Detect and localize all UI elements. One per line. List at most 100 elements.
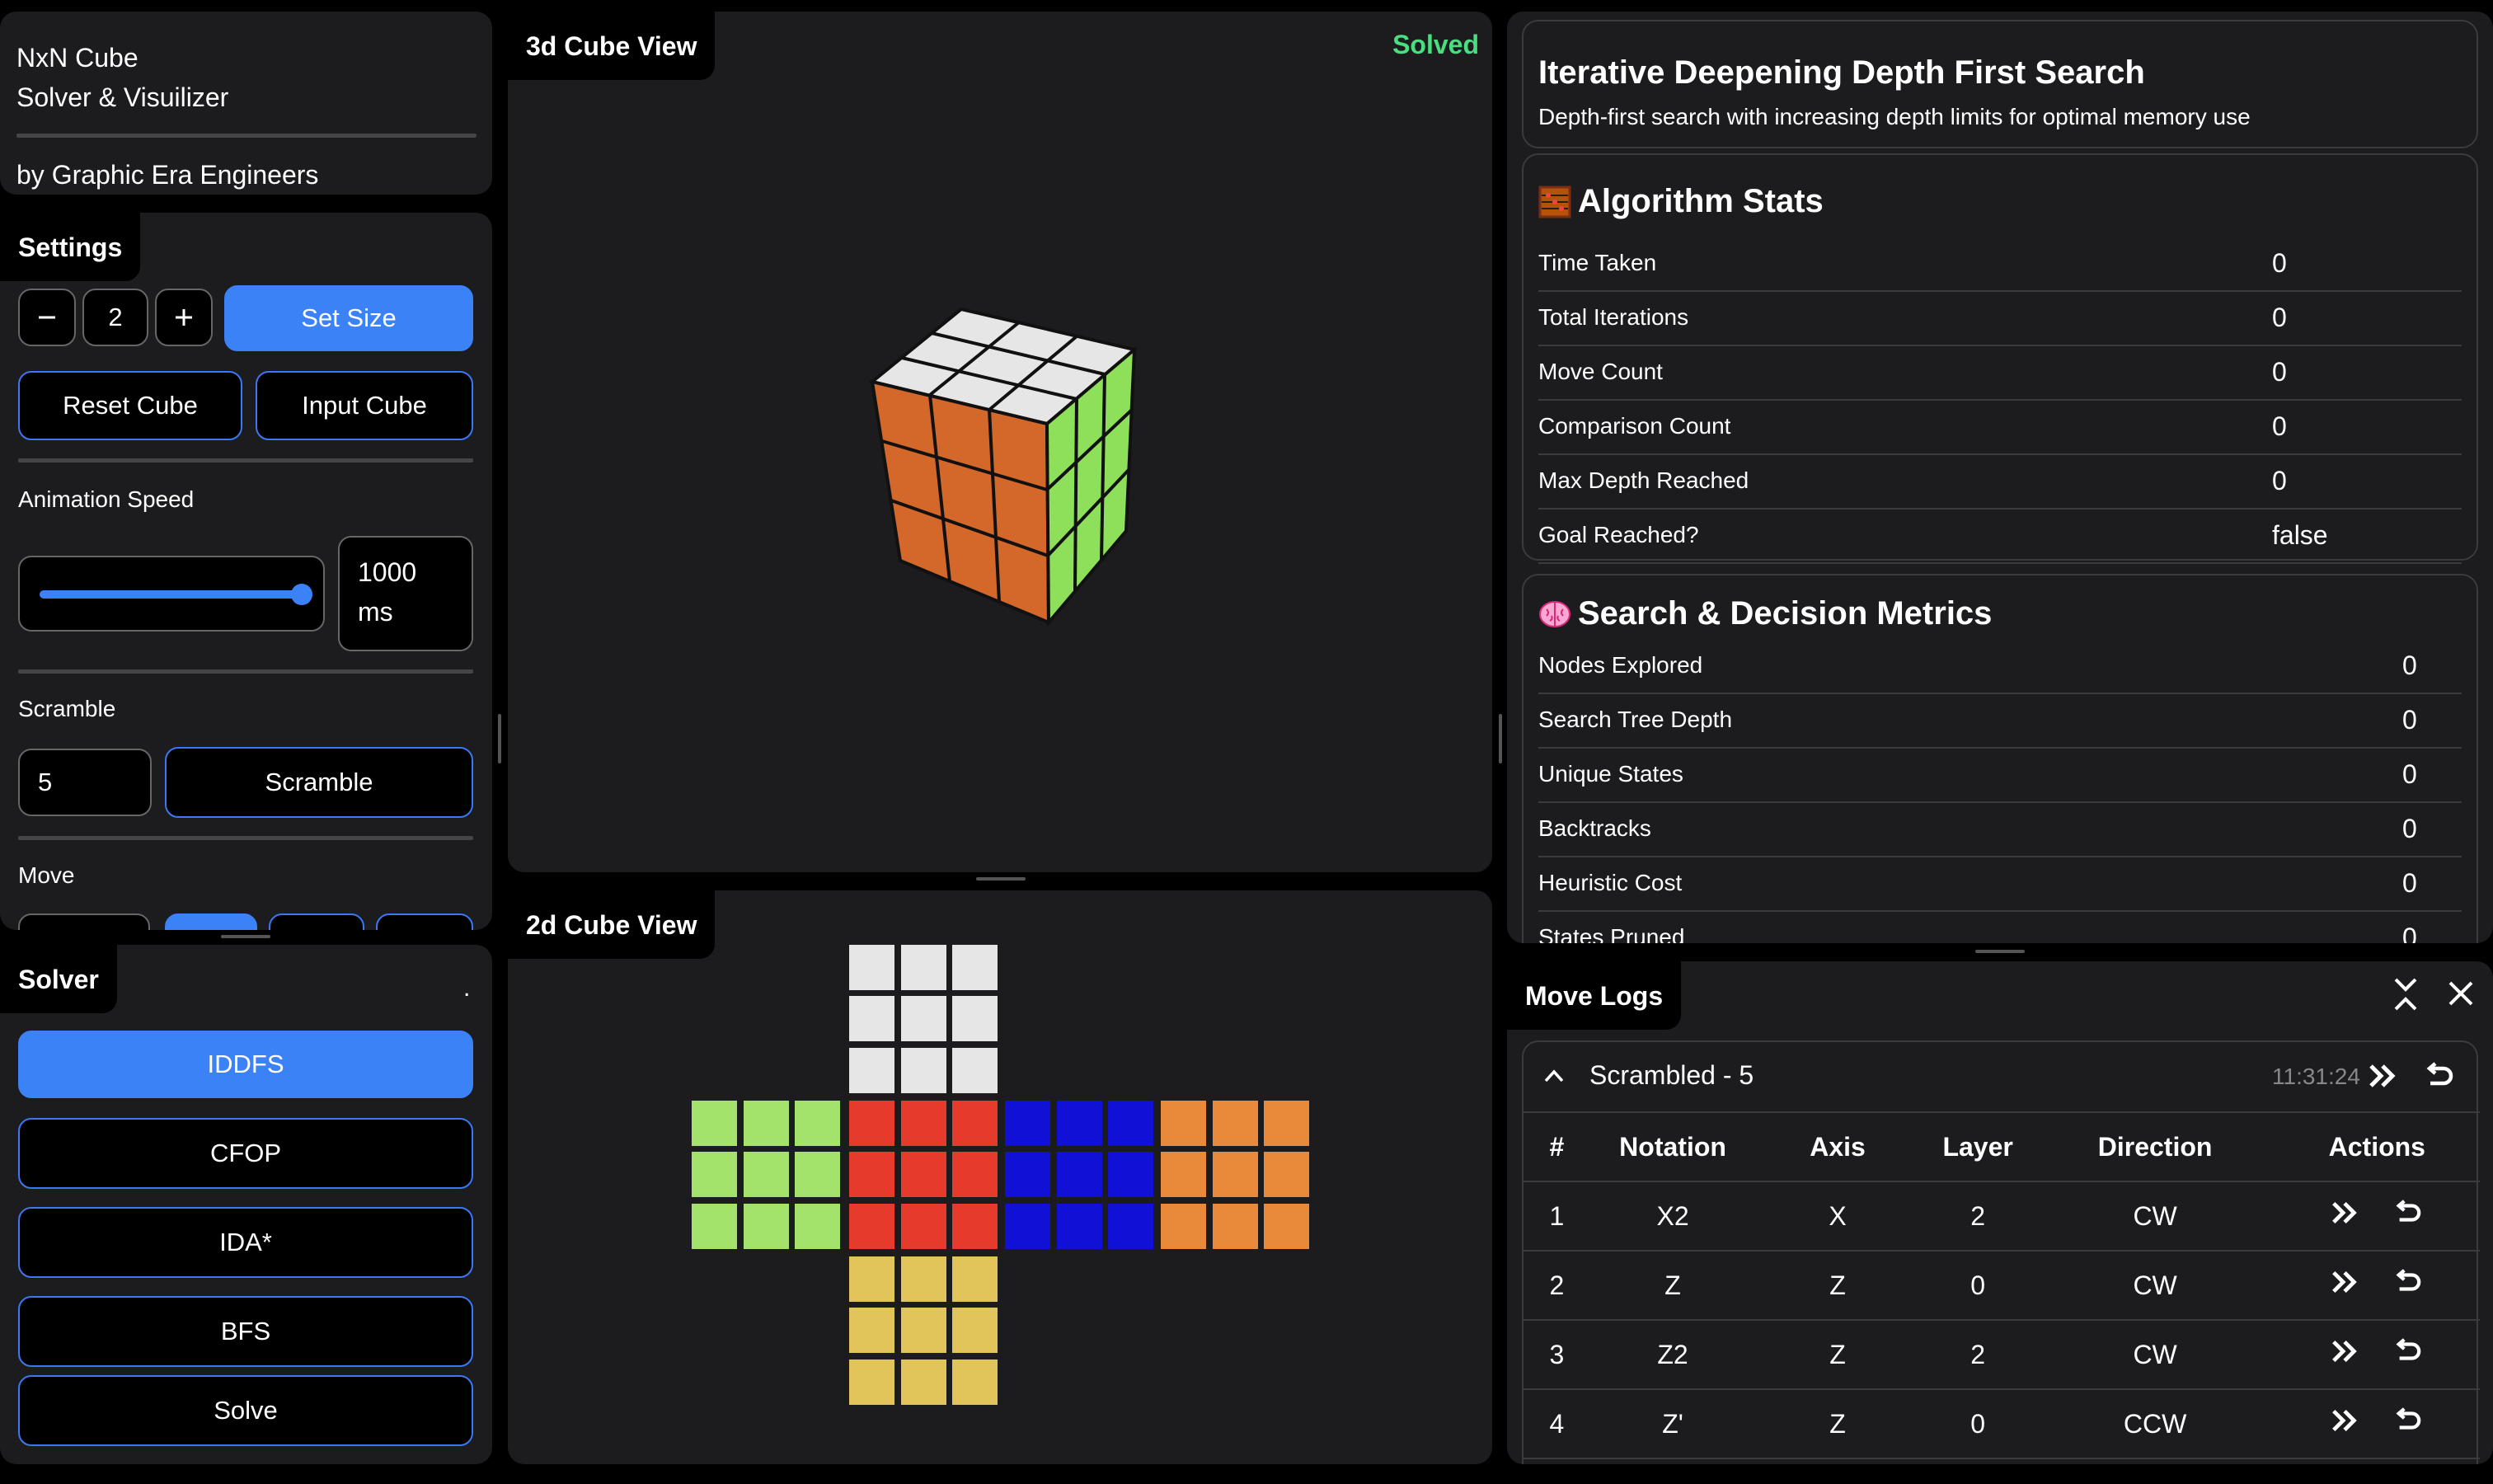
solver-option-cfop[interactable]: CFOP [18,1118,473,1189]
net-cell [952,1256,998,1302]
cell-direction: CW [2035,1320,2275,1390]
log-group-header[interactable]: Scrambled - 5 11:31:24 [1524,1042,2480,1113]
log-group-time: 11:31:24 [2272,1064,2360,1089]
input-cube-button[interactable]: Input Cube [256,371,473,440]
slider-thumb[interactable] [291,584,312,605]
net-cell [901,1204,946,1249]
cell-n: 1 [1524,1181,1590,1252]
scramble-label: Scramble [18,696,116,721]
net-cell [1005,1204,1050,1249]
stats-value: 0 [2272,465,2287,495]
app-title-line2: Solver & Visuilizer [16,82,229,112]
metrics-value: 0 [2402,867,2417,898]
net-cell [901,945,946,990]
move-button-4[interactable] [376,913,473,930]
metrics-value: 0 [2402,813,2417,843]
log-group-title: Scrambled - 5 [1589,1060,1754,1090]
net-cell [901,1308,946,1353]
replay-forward-icon[interactable] [2331,1200,2360,1232]
move-button-3[interactable] [269,913,364,930]
net-cell [901,1360,946,1405]
replay-forward-icon[interactable] [2331,1339,2360,1370]
stats-name: Comparison Count [1538,413,1731,439]
stats-header: Algorithm Stats [1538,183,1824,220]
animation-speed-slider[interactable] [40,584,312,605]
size-input[interactable]: 2 [82,289,148,346]
net-cell [901,996,946,1041]
col-index: # [1524,1113,1590,1182]
net-cell [901,1256,946,1302]
left-resize-handle[interactable] [221,935,270,938]
scramble-count-value: 5 [38,768,53,796]
stats-name: Move Count [1538,359,1663,384]
undo-icon[interactable] [2393,1200,2423,1233]
replay-forward-icon[interactable] [2368,1064,2399,1088]
right-resize-handle[interactable] [1975,950,2025,953]
left-vertical-handle[interactable] [498,714,501,763]
metrics-row: Nodes Explored 0 [1538,638,2462,694]
net-cell [952,945,998,990]
brain-icon [1539,600,1570,627]
size-decrement-button[interactable] [18,289,76,346]
view-3d-panel: 3d Cube View Solved [508,12,1492,872]
reset-cube-button[interactable]: Reset Cube [18,371,242,440]
net-cell [1108,1204,1153,1249]
right-vertical-handle[interactable] [1499,714,1502,763]
close-icon[interactable] [2447,979,2475,1007]
move-button-1[interactable] [18,913,150,930]
cell-axis: Z [1755,1251,1920,1321]
net-cell [692,1204,737,1249]
move-button-2[interactable] [165,913,257,930]
net-cell [901,1048,946,1093]
replay-forward-icon[interactable] [2331,1270,2360,1301]
net-cell [1213,1101,1258,1146]
net-cell [1161,1152,1206,1197]
col-layer: Layer [1919,1113,2036,1182]
solver-dot: . [463,974,471,1002]
metrics-name: Nodes Explored [1538,652,1703,678]
net-cell [1005,1152,1050,1197]
net-cell [1057,1204,1102,1249]
middle-resize-handle[interactable] [976,877,1026,881]
cell-notation: Z [1589,1251,1756,1321]
replay-forward-icon[interactable] [2331,1408,2360,1439]
net-cell [849,1204,894,1249]
undo-icon[interactable] [2424,1062,2455,1090]
settings-divider-3 [18,836,473,840]
collapse-all-icon[interactable] [2391,976,2420,1012]
cube-3d[interactable] [833,284,1179,630]
solver-option-ida[interactable]: IDA* [18,1207,473,1278]
solver-option-bfs[interactable]: BFS [18,1296,473,1367]
undo-icon[interactable] [2393,1407,2423,1440]
table-row: 2 Z Z 0 CW [1524,1251,2480,1321]
stats-row: Move Count 0 [1538,345,2462,401]
metrics-row: Heuristic Cost 0 [1538,856,2462,912]
net-cell [795,1204,840,1249]
metrics-value: 0 [2402,704,2417,735]
right-top-panel: Iterative Deepening Depth First Search D… [1507,12,2493,943]
stats-row: Time Taken 0 [1538,236,2462,292]
move-label: Move [18,862,75,888]
scramble-button[interactable]: Scramble [165,747,473,818]
app-header-panel: NxN Cube Solver & Visuilizer by Graphic … [0,12,492,195]
net-cell [1057,1152,1102,1197]
solve-button[interactable]: Solve [18,1375,473,1446]
net-cell [849,1048,894,1093]
net-cell [952,1152,998,1197]
undo-icon[interactable] [2393,1338,2423,1371]
net-cell [1213,1204,1258,1249]
set-size-button[interactable]: Set Size [224,285,473,351]
settings-tab: Settings [0,213,141,281]
settings-divider-1 [18,458,473,463]
metrics-card: Search & Decision Metrics Nodes Explored… [1522,574,2478,943]
animation-speed-value-box[interactable]: 1000 ms [338,536,473,651]
col-axis: Axis [1755,1113,1920,1182]
scramble-count-input[interactable]: 5 [18,749,152,816]
undo-icon[interactable] [2393,1269,2423,1302]
solver-option-iddfs[interactable]: IDDFS [18,1031,473,1098]
net-cell [795,1152,840,1197]
cell-axis: Z [1755,1320,1920,1390]
net-cell [1108,1101,1153,1146]
size-increment-button[interactable] [155,289,213,346]
metrics-name: Unique States [1538,761,1683,787]
